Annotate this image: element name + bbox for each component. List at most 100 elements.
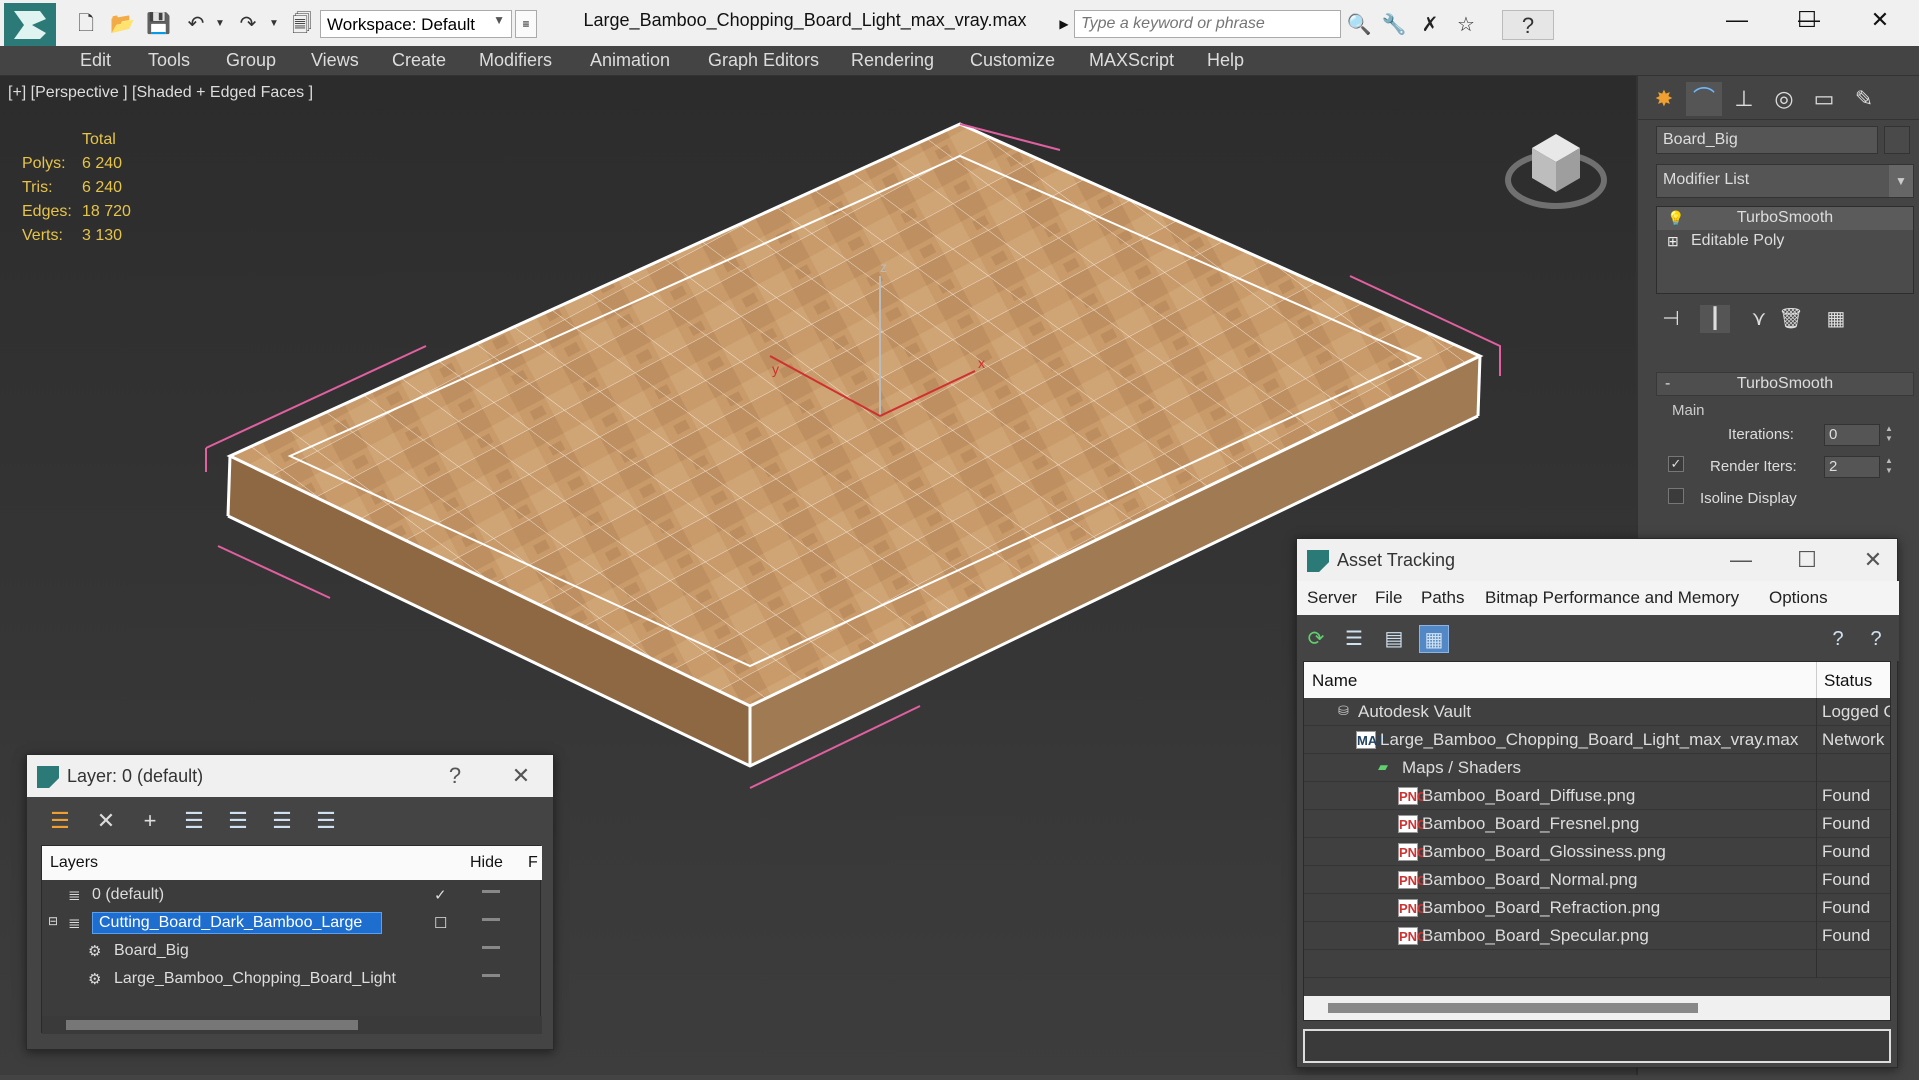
create-tab-icon[interactable]: ✸ xyxy=(1646,82,1682,116)
project-folder-icon[interactable]: 🗐 xyxy=(290,12,314,36)
menu-server[interactable]: Server xyxy=(1307,588,1357,608)
layer-row[interactable]: ⊟ ≣ Cutting_Board_Dark_Bamboo_Large ☐ xyxy=(42,910,542,938)
menu-customize[interactable]: Customize xyxy=(970,50,1055,71)
menu-options[interactable]: Options xyxy=(1769,588,1828,608)
context-help-icon[interactable]: ? xyxy=(1861,625,1891,653)
favorites-star-icon[interactable]: ☆ xyxy=(1452,12,1480,38)
collapse-icon[interactable]: ⊟ xyxy=(48,914,58,928)
isoline-display-checkbox[interactable] xyxy=(1668,488,1684,504)
hide-toggle[interactable] xyxy=(482,890,500,893)
modifier-list-dropdown[interactable]: Modifier List ▼ xyxy=(1656,164,1914,198)
menu-maxscript[interactable]: MAXScript xyxy=(1089,50,1174,71)
show-end-result-icon[interactable]: ┃ xyxy=(1700,305,1730,333)
help-button[interactable]: ? xyxy=(1502,10,1554,40)
undo-dropdown-icon[interactable]: ▼ xyxy=(208,12,232,36)
menu-help[interactable]: Help xyxy=(1207,50,1244,71)
asset-row[interactable]: MAX Large_Bamboo_Chopping_Board_Light_ma… xyxy=(1304,726,1890,754)
lightbulb-icon[interactable]: 💡 xyxy=(1667,210,1684,227)
thumbnail-view-icon[interactable]: ▤ xyxy=(1379,625,1409,653)
column-status[interactable]: Status xyxy=(1824,671,1872,691)
close-icon[interactable]: ✕ xyxy=(501,761,541,791)
highlight-selected-icon[interactable]: ☰ xyxy=(223,807,253,835)
stack-item-editable-poly[interactable]: ⊞ Editable Poly xyxy=(1657,230,1913,253)
hide-toggle[interactable] xyxy=(482,974,500,977)
make-unique-icon[interactable]: ⋎ xyxy=(1744,305,1774,333)
communication-center-icon[interactable]: 🔧 xyxy=(1380,12,1408,38)
asset-row[interactable]: PNG Bamboo_Board_Specular.png Found xyxy=(1304,922,1890,950)
asset-row[interactable]: ▰ Maps / Shaders xyxy=(1304,754,1890,782)
redo-icon[interactable]: ↷ xyxy=(236,12,260,36)
spinner-arrows-icon[interactable]: ▲ ▼ xyxy=(1882,456,1896,478)
menu-modifiers[interactable]: Modifiers xyxy=(479,50,552,71)
search-expand-icon[interactable]: ▶ xyxy=(1055,10,1073,38)
rollout-header[interactable]: - TurboSmooth xyxy=(1656,372,1914,396)
menu-bitmap-performance[interactable]: Bitmap Performance and Memory xyxy=(1485,588,1739,608)
asset-row[interactable]: PNG Bamboo_Board_Glossiness.png Found xyxy=(1304,838,1890,866)
redo-dropdown-icon[interactable]: ▼ xyxy=(262,12,286,36)
workspace-dropdown[interactable]: Workspace: Default ▼ xyxy=(320,10,512,38)
asset-row[interactable]: ⛁ Autodesk Vault Logged Out xyxy=(1304,698,1890,726)
menu-paths[interactable]: Paths xyxy=(1421,588,1464,608)
search-input[interactable] xyxy=(1074,10,1341,38)
maximize-icon[interactable]: ☐ xyxy=(1787,545,1827,575)
asset-row[interactable]: PNG Bamboo_Board_Diffuse.png Found xyxy=(1304,782,1890,810)
motion-tab-icon[interactable]: ◎ xyxy=(1766,82,1802,116)
menu-graph-editors[interactable]: Graph Editors xyxy=(708,50,819,71)
create-layer-icon[interactable]: ☰ xyxy=(45,807,75,835)
asset-window-titlebar[interactable]: Asset Tracking — ☐ ✕ xyxy=(1297,539,1897,581)
save-file-icon[interactable]: 💾 xyxy=(146,12,171,36)
delete-layer-icon[interactable]: ✕ xyxy=(91,807,121,835)
object-name-field[interactable]: Board_Big xyxy=(1656,126,1878,154)
hide-toggle[interactable] xyxy=(482,918,500,921)
layer-row[interactable]: ⚙ Board_Big xyxy=(42,938,542,966)
subscription-icon[interactable]: ✗ xyxy=(1416,12,1444,38)
spinner-arrows-icon[interactable]: ▲ ▼ xyxy=(1882,424,1896,446)
menu-group[interactable]: Group xyxy=(226,50,276,71)
active-layer-check-icon[interactable]: ✓ xyxy=(434,886,447,904)
asset-row[interactable]: PNG Bamboo_Board_Normal.png Found xyxy=(1304,866,1890,894)
column-hide[interactable]: Hide xyxy=(470,854,503,872)
help-icon[interactable]: ? xyxy=(435,761,475,791)
freeze-all-icon[interactable]: ☰ xyxy=(311,807,341,835)
column-freeze[interactable]: F xyxy=(528,854,538,872)
menu-create[interactable]: Create xyxy=(392,50,446,71)
viewport-label[interactable]: [+] [Perspective ] [Shaded + Edged Faces… xyxy=(8,84,313,102)
new-file-icon[interactable]: 🗋 xyxy=(74,12,98,36)
asset-row[interactable]: PNG Bamboo_Board_Fresnel.png Found xyxy=(1304,810,1890,838)
active-layer-box-icon[interactable]: ☐ xyxy=(434,914,447,932)
binoculars-icon[interactable]: 🔍 xyxy=(1345,12,1373,38)
stack-item-turbosmooth[interactable]: 💡 TurboSmooth xyxy=(1657,207,1913,230)
configure-sets-icon[interactable]: ▦ xyxy=(1821,305,1851,333)
close-window-button[interactable]: ✕ xyxy=(1845,0,1915,40)
column-name[interactable]: Name xyxy=(1312,671,1357,691)
object-color-swatch[interactable] xyxy=(1884,126,1910,154)
menu-file[interactable]: File xyxy=(1375,588,1402,608)
display-tab-icon[interactable]: ▭ xyxy=(1806,82,1842,116)
refresh-icon[interactable]: ⟳ xyxy=(1301,625,1331,653)
table-view-icon[interactable]: ▦ xyxy=(1419,625,1449,653)
utilities-tab-icon[interactable]: ✎ xyxy=(1846,82,1882,116)
scrollbar-thumb[interactable] xyxy=(1328,1003,1698,1013)
open-file-icon[interactable]: 📂 xyxy=(110,12,135,36)
modify-tab-icon[interactable]: ⌒ xyxy=(1686,82,1722,116)
menu-views[interactable]: Views xyxy=(311,50,359,71)
hide-toggle[interactable] xyxy=(482,946,500,949)
pin-stack-icon[interactable]: ⊣ xyxy=(1656,305,1686,333)
app-logo-button[interactable] xyxy=(4,3,56,47)
select-objects-icon[interactable]: ☰ xyxy=(179,807,209,835)
remove-modifier-icon[interactable]: 🗑 xyxy=(1776,305,1806,333)
column-layers[interactable]: Layers xyxy=(50,854,98,872)
menu-animation[interactable]: Animation xyxy=(590,50,670,71)
scrollbar-thumb[interactable] xyxy=(66,1020,358,1030)
hierarchy-tab-icon[interactable]: ⊥ xyxy=(1726,82,1762,116)
horizontal-scrollbar[interactable] xyxy=(1304,996,1890,1020)
workspace-menu-button[interactable]: ≡ xyxy=(515,10,537,38)
layer-window-titlebar[interactable]: Layer: 0 (default) ? ✕ xyxy=(27,755,553,797)
add-to-layer-icon[interactable]: + xyxy=(135,807,165,835)
list-view-icon[interactable]: ☰ xyxy=(1339,625,1369,653)
undo-icon[interactable]: ↶ xyxy=(184,12,208,36)
layer-row[interactable]: ≣ 0 (default) ✓ xyxy=(42,882,542,910)
expand-plus-icon[interactable]: ⊞ xyxy=(1667,233,1679,250)
menu-edit[interactable]: Edit xyxy=(80,50,111,71)
render-iters-spinner[interactable]: 2 xyxy=(1824,456,1880,478)
